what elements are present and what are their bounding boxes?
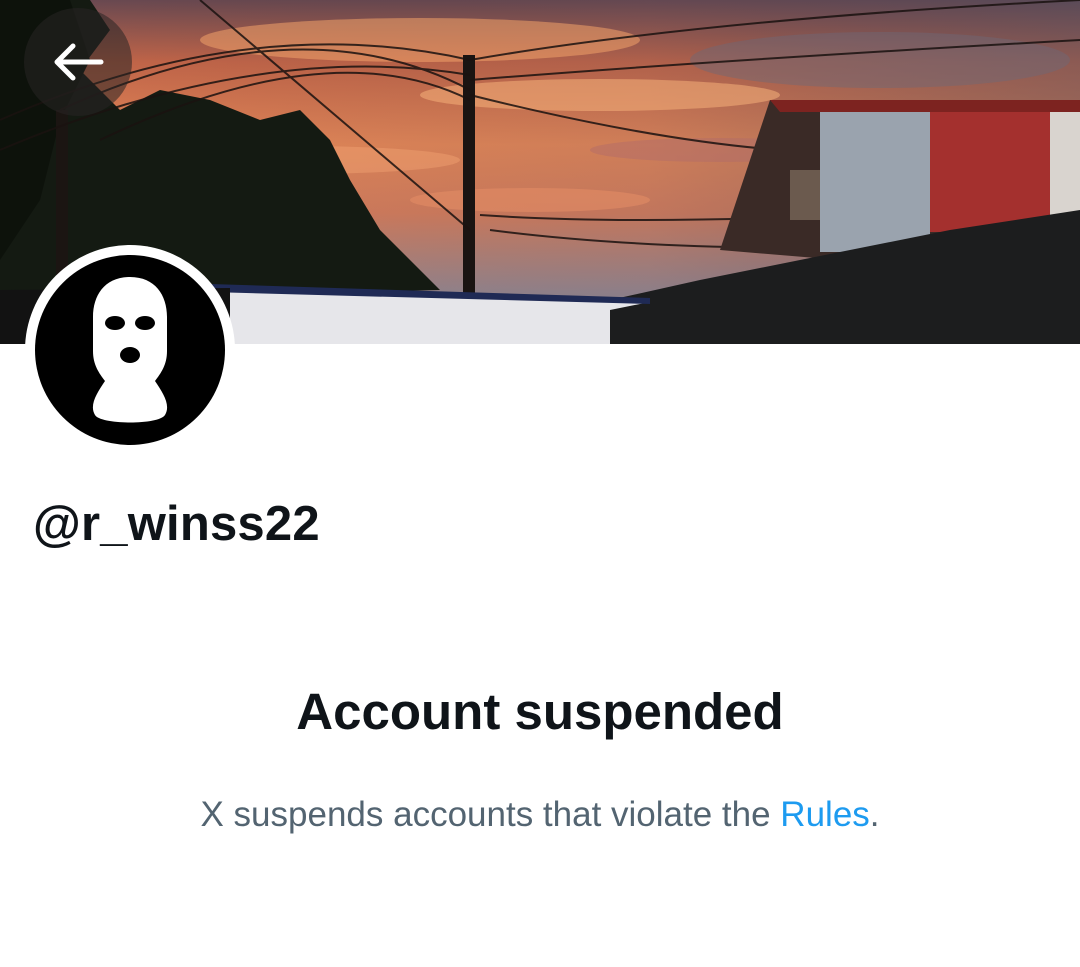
profile-page: @r_winss22 Account suspended X suspends … (0, 0, 1080, 967)
suspension-title: Account suspended (296, 683, 784, 740)
suspension-message-text: X suspends accounts that violate the (200, 795, 781, 834)
profile-handle: @r_winss22 (33, 497, 320, 551)
rules-link[interactable]: Rules (780, 795, 869, 834)
arrow-left-icon (54, 43, 104, 81)
avatar[interactable] (35, 255, 225, 445)
suspension-message: X suspends accounts that violate the Rul… (0, 795, 1080, 835)
suspension-message-period: . (869, 795, 880, 834)
back-button[interactable] (24, 8, 132, 116)
ski-mask-avatar-icon (92, 277, 168, 423)
